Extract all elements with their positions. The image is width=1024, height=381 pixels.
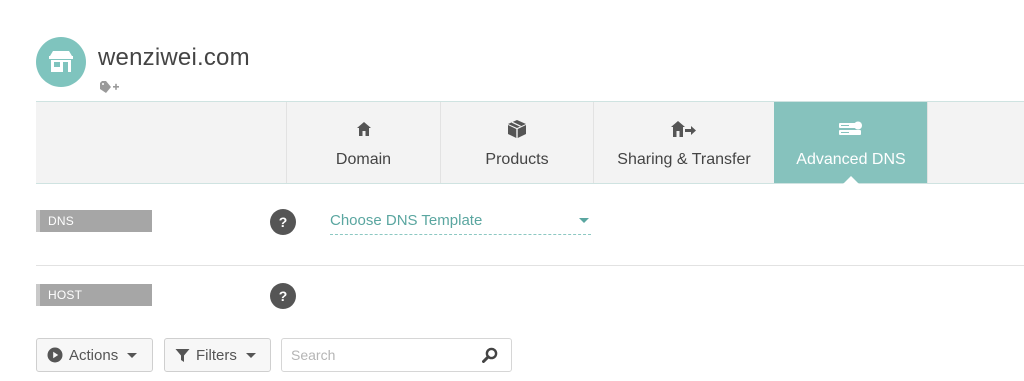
chevron-down-icon	[579, 218, 589, 223]
tabbar-spacer	[36, 102, 286, 183]
tab-advanced-dns[interactable]: Advanced DNS	[774, 102, 927, 184]
tag-add-icon[interactable]	[100, 81, 120, 93]
search-icon[interactable]	[482, 347, 498, 363]
storefront-icon	[49, 51, 73, 72]
dns-template-select-value: Choose DNS Template	[330, 212, 483, 229]
dns-template-select[interactable]: Choose DNS Template	[330, 211, 591, 235]
actions-dropdown-button[interactable]: Actions	[36, 338, 153, 372]
domain-title: wenziwei.com	[98, 44, 250, 71]
domain-avatar	[36, 37, 86, 87]
host-records-label: HOST RECORDS	[36, 284, 152, 324]
filters-label: Filters	[196, 346, 237, 364]
chevron-down-icon	[245, 352, 256, 358]
tab-label: Advanced DNS	[796, 151, 906, 168]
search-input[interactable]	[282, 339, 472, 371]
host-records-help-button[interactable]: ?	[270, 283, 296, 309]
chevron-down-icon	[127, 352, 138, 358]
dns-templates-label: DNS TEMPLATES	[36, 210, 152, 250]
dns-templates-help-button[interactable]: ?	[270, 209, 296, 235]
tab-domain[interactable]: Domain	[286, 102, 440, 183]
filter-icon	[175, 348, 190, 362]
home-icon	[356, 119, 372, 139]
share-home-icon	[671, 119, 697, 139]
play-circle-icon	[47, 347, 63, 363]
actions-label: Actions	[69, 346, 119, 364]
search-box	[281, 338, 512, 372]
tabbar-filler	[927, 102, 1024, 183]
domain-tabs: Domain Products Sharing & Transfer Advan…	[36, 101, 1024, 184]
tab-label: Products	[485, 151, 549, 168]
tab-sharing-transfer[interactable]: Sharing & Transfer	[593, 102, 774, 183]
tab-label: Domain	[335, 151, 392, 168]
tab-label: Sharing & Transfer	[617, 151, 751, 168]
box-icon	[507, 119, 527, 139]
filters-dropdown-button[interactable]: Filters	[164, 338, 271, 372]
tab-products[interactable]: Products	[440, 102, 593, 183]
section-divider	[36, 265, 1024, 266]
server-icon	[838, 119, 864, 139]
